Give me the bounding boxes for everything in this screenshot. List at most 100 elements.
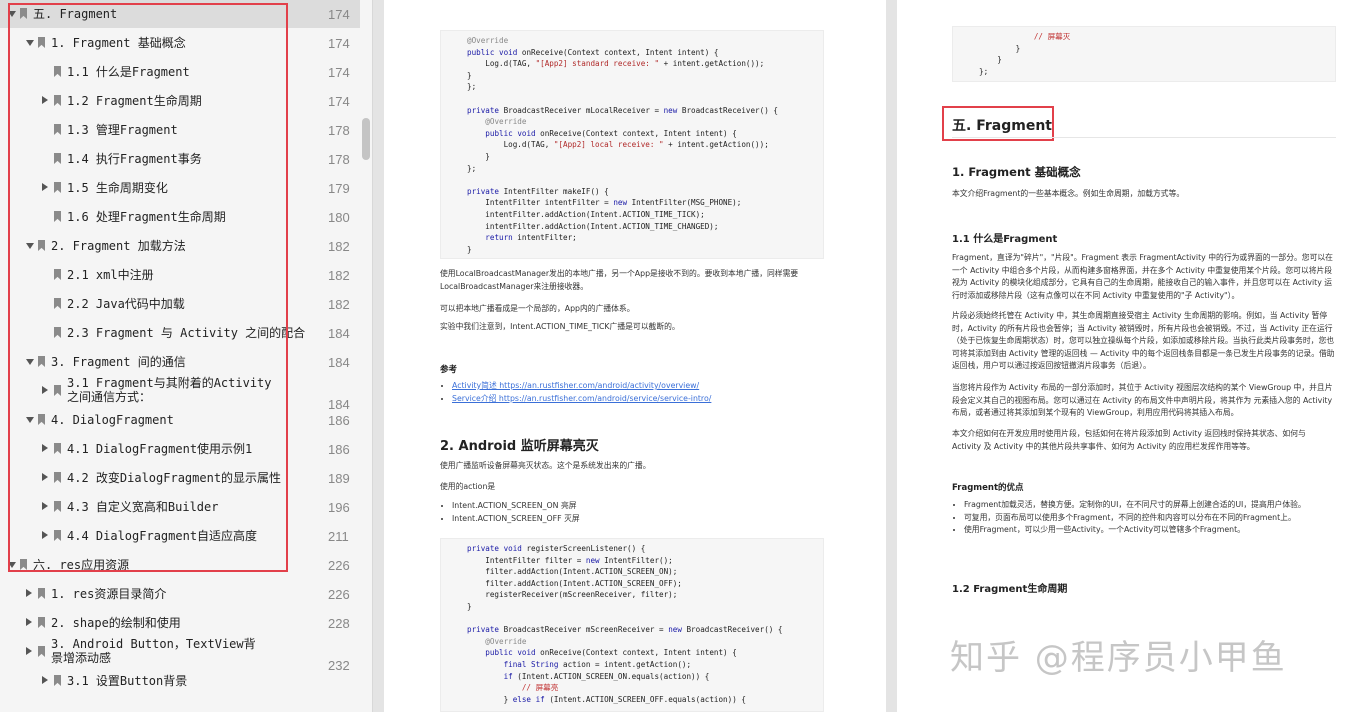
chevron-right-icon[interactable] (42, 676, 48, 684)
code-line: IntentFilter filter = new IntentFilter()… (467, 555, 673, 565)
ref-title: 参考 (440, 365, 458, 375)
toc-item-page: 174 (328, 36, 350, 51)
code-line: intentFilter.addAction(Intent.ACTION_TIM… (467, 221, 719, 231)
toc-highlight-box (8, 3, 288, 572)
chevron-right-icon[interactable] (26, 618, 32, 626)
ref-list: Activity简述 https://an.rustfisher.com/and… (440, 380, 824, 405)
document-view: @Override public void onReceive(Context c… (373, 0, 1358, 712)
code-line: } (467, 151, 490, 161)
para-time-tick: 实验中我们注意到，Intent.ACTION_TIME_TICK广播是可以截断的… (440, 322, 680, 331)
bookmark-icon (38, 646, 45, 657)
heading-what-is: 1.1 什么是Fragment (952, 234, 1058, 245)
code-line: if (Intent.ACTION_SCREEN_ON.equals(actio… (503, 671, 710, 681)
toc-item-page: 196 (328, 500, 350, 515)
watermark: 知乎 @程序员小甲鱼 (950, 638, 1287, 678)
toc-item-label: 1. res资源目录简介 (51, 587, 167, 601)
toc-item[interactable]: 3.1 设置Button背景 (0, 667, 360, 695)
code-line: }; (467, 163, 477, 173)
code-line: } (467, 70, 472, 80)
code-line: private void registerScreenListener() { (467, 544, 646, 553)
advantage-list: Fragment加载灵活，替换方便。定制你的UI，在不同尺寸的屏幕上创建合适的U… (952, 499, 1336, 537)
code-line: @Override (485, 117, 527, 127)
toc-item-page: 182 (328, 239, 350, 254)
toc-item-page: 184 (328, 355, 350, 370)
code-line: private BroadcastReceiver mLocalReceiver… (467, 105, 778, 115)
toc-item-page: 186 (328, 442, 350, 457)
toc-item-page: 174 (328, 7, 350, 22)
toc-item[interactable]: 2. shape的绘制和使用 228 (0, 609, 360, 637)
toc-item-page: 211 (328, 529, 349, 544)
toc-item-page: 180 (328, 210, 350, 225)
title-highlight-box (942, 106, 1054, 141)
toc-item-page: 179 (328, 181, 350, 196)
page-right: // 屏幕灭 } }}; 五. Fragment 1. Fragment 基础概… (897, 0, 1358, 712)
para-what-2: 片段必须始终托管在 Activity 中，其生命周期直接受宿主 Activity… (952, 311, 1335, 371)
toc-item-page: 228 (328, 616, 350, 631)
toc-item-label: 3.1 设置Button背景 (67, 674, 188, 688)
bookmark-icon (54, 675, 61, 686)
advantage-1: Fragment加载灵活，替换方便。定制你的UI，在不同尺寸的屏幕上创建合适的U… (964, 499, 1336, 512)
code-line: IntentFilter intentFilter = new IntentFi… (467, 198, 742, 208)
toc-item-page: 226 (328, 587, 350, 602)
toc-item-page: 178 (328, 123, 350, 138)
toc-item[interactable]: 1. res资源目录简介 226 (0, 580, 360, 608)
code-line: public void onReceive(Context context, I… (485, 648, 737, 658)
para-what-3: 当您将片段作为 Activity 布局的一部分添加时，其位于 Activity … (952, 383, 1333, 418)
para-what-4: 本文介绍如何在开发应用时使用片段，包括如何在将片段添加到 Activity 返回… (952, 429, 1306, 451)
ref-link-service[interactable]: Service介绍 https://an.rustfisher.com/andr… (452, 394, 711, 403)
toc-item-label: 3. Android Button，TextView背景增添动感 (51, 637, 256, 665)
toc-item-page: 182 (328, 268, 350, 283)
ref-link-activity[interactable]: Activity简述 https://an.rustfisher.com/and… (452, 381, 699, 390)
heading-lifecycle: 1.2 Fragment生命周期 (952, 584, 1068, 595)
code-line: public void onReceive(Context context, I… (485, 128, 737, 138)
code-block-receivers: @Override public void onReceive(Context c… (440, 30, 824, 259)
toc-item-page: 186 (328, 413, 350, 428)
code-line: // 屏幕亮 (467, 683, 559, 693)
code-line: @Override (467, 36, 509, 45)
code-block-screen-end: // 屏幕灭 } }}; (952, 26, 1336, 82)
page-left: @Override public void onReceive(Context c… (384, 0, 886, 712)
code-line: } (467, 244, 472, 254)
toc-item-page: 174 (328, 94, 350, 109)
code-line: private BroadcastReceiver mScreenReceive… (467, 625, 783, 635)
toc-item[interactable]: 3. Android Button，TextView背景增添动感 232 (0, 637, 360, 673)
bullet-screen-on: Intent.ACTION_SCREEN_ON 亮屏 (452, 500, 824, 513)
toc-scrollbar[interactable] (362, 118, 370, 160)
para-screen-broadcast: 使用广播监听设备屏幕亮灭状态。这个是系统发出来的广播。 (440, 461, 651, 470)
bullet-screen-off: Intent.ACTION_SCREEN_OFF 灭屏 (452, 513, 824, 526)
para-local-system: 可以把本地广播看成是一个局部的，App内的广播体系。 (440, 304, 635, 313)
toc-item-page: 226 (328, 558, 350, 573)
bookmark-icon (38, 588, 45, 599)
code-line: intentFilter.addAction(Intent.ACTION_TIM… (467, 209, 705, 219)
code-line: filter.addAction(Intent.ACTION_SCREEN_OF… (467, 578, 682, 588)
code-line: }; (979, 66, 989, 76)
code-line: } (467, 601, 472, 611)
code-line: public void onReceive(Context context, I… (467, 47, 719, 57)
code-line: } else if (Intent.ACTION_SCREEN_OFF.equa… (467, 694, 746, 704)
heading-screen-listen: 2. Android 监听屏幕亮灭 (440, 439, 599, 454)
toc-item-page: 174 (328, 65, 350, 80)
code-line: return intentFilter; (485, 233, 577, 243)
para-intro: 本文介绍Fragment的一些基本概念。例如生命周期，加载方式等。 (952, 189, 1185, 198)
code-line: } (979, 43, 1021, 53)
toc-item-page: 184 (328, 326, 350, 341)
code-block-screen-listener: private void registerScreenListener() { … (440, 538, 824, 712)
advantage-3: 使用Fragment，可以少用一些Activity。一个Activity可以管辖… (964, 524, 1336, 537)
title-divider (952, 137, 1336, 138)
code-line: } (979, 55, 1002, 65)
chevron-right-icon[interactable] (26, 589, 32, 597)
toc-item-page: 182 (328, 297, 350, 312)
toc-item-page: 189 (328, 471, 350, 486)
heading-basic: 1. Fragment 基础概念 (952, 165, 1081, 179)
code-line: }; (467, 82, 477, 92)
toc-item-page: 178 (328, 152, 350, 167)
code-line: Log.d(TAG, "[App2] standard receive: " +… (467, 59, 765, 69)
para-action: 使用的action是 (440, 482, 496, 491)
toc-item-label: 2. shape的绘制和使用 (51, 616, 181, 630)
code-line: private IntentFilter makeIF() { (467, 186, 609, 196)
advantage-2: 可复用，页面布局可以使用多个Fragment，不同的控件和内容可以分布在不同的F… (964, 512, 1336, 525)
chevron-right-icon[interactable] (26, 647, 32, 655)
